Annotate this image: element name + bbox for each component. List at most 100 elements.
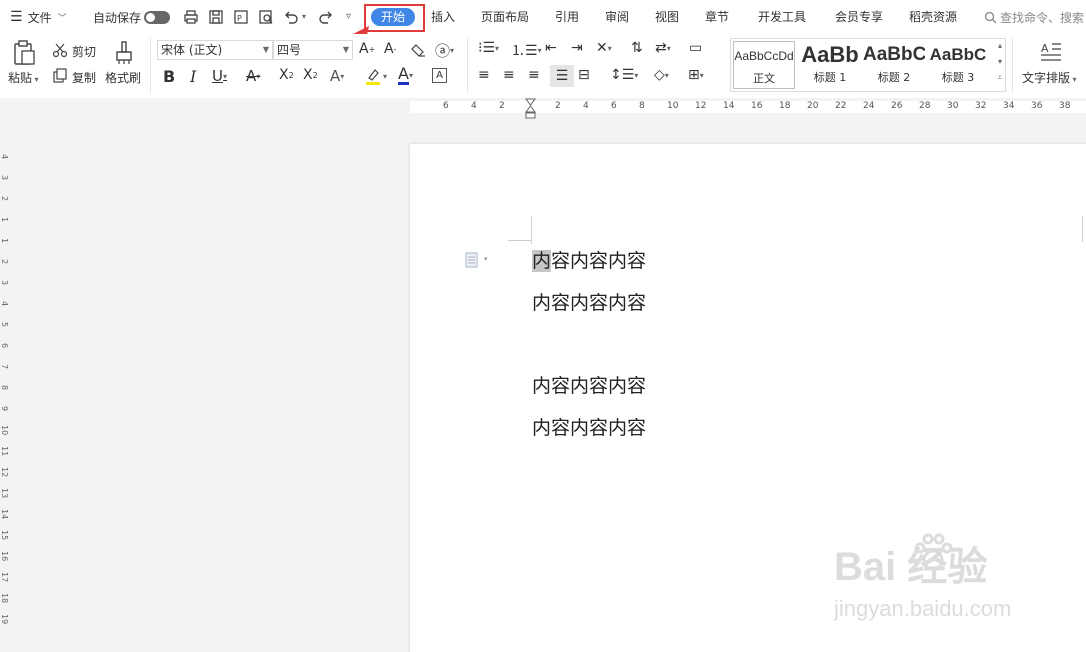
line-spacing-icon[interactable]: ↕☰ ▾ [610, 67, 638, 83]
indent-marker-icon[interactable] [525, 98, 536, 120]
sort-icon[interactable]: ⇅ [631, 40, 643, 56]
font-name-select[interactable]: 宋体 (正文) ▼ [157, 40, 273, 60]
export-pdf-icon[interactable]: P [233, 9, 249, 25]
font-size-select[interactable]: 四号 ▼ [273, 40, 353, 60]
ruler-number: 1 [0, 216, 9, 223]
paragraph-1[interactable]: 内容内容内容 [532, 246, 646, 273]
undo-icon[interactable] [283, 9, 299, 25]
ruler-number: 4 [0, 153, 9, 160]
print-icon[interactable] [183, 9, 199, 25]
customize-dropdown-icon[interactable]: ▿ [346, 11, 351, 22]
redo-icon[interactable] [318, 9, 334, 25]
save-icon[interactable] [208, 9, 224, 25]
text-layout-icon[interactable]: A [1040, 40, 1062, 62]
bold-button[interactable]: B [163, 67, 175, 86]
ruler-number: 38 [1059, 101, 1071, 111]
font-color-icon[interactable]: A ▾ [398, 66, 413, 85]
shading-icon[interactable]: ◇ ▾ [654, 67, 669, 83]
italic-button[interactable]: I [190, 67, 196, 86]
chevron-down-icon: ▼ [262, 45, 269, 54]
paste-icon[interactable] [12, 40, 36, 66]
shrink-font-icon[interactable]: A- [384, 41, 396, 57]
ruler-number: 4 [583, 101, 589, 111]
ruler-number: 2 [0, 195, 9, 202]
vertical-ruler[interactable]: 4 3 2 1 1 2 3 4 5 6 7 8 9 10 11 12 13 14 15 16 17 18 19 [0, 116, 10, 652]
format-painter-label[interactable]: 格式刷 [105, 69, 141, 86]
paragraph-4[interactable]: 内容内容内容 [532, 371, 646, 398]
chevron-down-icon: ﹀ [57, 13, 67, 24]
format-painter-icon[interactable] [113, 40, 135, 66]
tab-developer[interactable]: 开发工具 [758, 0, 806, 34]
paste-button[interactable]: 粘贴 ▾ [8, 69, 39, 86]
table-tabs-icon[interactable]: ▭ [689, 40, 702, 56]
undo-dropdown-icon[interactable]: ▾ [302, 12, 306, 21]
borders-icon[interactable]: ⊞ ▾ [688, 67, 704, 83]
ruler-number: 4 [471, 101, 477, 111]
file-menu[interactable]: ☰ 文件 ﹀ [10, 0, 67, 34]
style-heading-3[interactable]: AaBbC 标题 3 [927, 41, 989, 89]
tab-start[interactable]: 开始 [371, 8, 415, 26]
decrease-indent-icon[interactable]: ⇤ [545, 40, 557, 56]
ruler-number: 3 [0, 174, 9, 181]
cut-icon[interactable] [52, 42, 68, 58]
command-search[interactable]: 查找命令、搜索 [984, 0, 1084, 34]
style-heading-1[interactable]: AaBb 标题 1 [799, 41, 861, 89]
character-border-icon[interactable]: A [432, 68, 447, 83]
highlight-color-icon[interactable] [364, 68, 382, 86]
print-preview-icon[interactable] [258, 9, 274, 25]
ruler-number: 8 [0, 384, 9, 391]
ribbon-toolbar: 粘贴 ▾ 剪切 复制 格式刷 宋体 (正文) ▼ 四号 ▼ A + A- ⓐ ▾ B I… [0, 34, 1086, 98]
paragraph-5[interactable]: 内容内容内容 [532, 413, 646, 440]
paragraph-2[interactable]: 内容内容内容 [532, 288, 646, 315]
ruler-number: 12 [695, 101, 707, 111]
ruler-number: 6 [0, 342, 9, 349]
tab-view[interactable]: 视图 [655, 0, 679, 34]
copy-icon[interactable] [52, 68, 68, 84]
increase-indent-icon[interactable]: ⇥ [571, 40, 583, 56]
ruler-number: 28 [919, 101, 931, 111]
distributed-align-icon[interactable]: ⊟ [578, 67, 590, 83]
cut-button-label[interactable]: 剪切 [72, 43, 96, 60]
style-heading-2[interactable]: AaBbC 标题 2 [863, 41, 925, 89]
style-normal[interactable]: AaBbCcDd 正文 [733, 41, 795, 89]
tab-review[interactable]: 审阅 [605, 0, 629, 34]
phonetic-guide-icon[interactable]: ⓐ ▾ [435, 40, 454, 61]
horizontal-ruler[interactable]: 6 4 2 2 4 6 8 10 12 14 16 18 20 22 24 26 28 30 32 34 36 38 [0, 98, 1086, 119]
font-size-value: 四号 [277, 43, 302, 57]
grow-font-icon[interactable]: A + [359, 41, 375, 57]
text-layout-label: 文字排版 [1022, 71, 1071, 85]
superscript-icon[interactable]: X2 [279, 67, 294, 83]
chevron-down-icon[interactable]: ▾ [383, 72, 387, 81]
text-layout-button[interactable]: 文字排版 ▾ [1022, 69, 1077, 86]
tab-member[interactable]: 会员专享 [835, 0, 883, 34]
tab-references[interactable]: 引用 [555, 0, 579, 34]
align-left-icon[interactable]: ≡ [478, 67, 490, 83]
align-right-icon[interactable]: ≡ [528, 67, 540, 83]
strikethrough-icon[interactable]: A ▾ [246, 67, 260, 85]
tab-chapter[interactable]: 章节 [705, 0, 729, 34]
clear-format-icon[interactable] [410, 42, 426, 58]
text-effect-icon[interactable]: A ▾ [330, 67, 344, 85]
show-marks-icon[interactable]: ⇄ ▾ [655, 40, 671, 56]
tab-docer-resources[interactable]: 稻壳资源 [909, 0, 957, 34]
gallery-scroll-up-icon[interactable]: ▴ [998, 41, 1002, 50]
paragraph-layout-icon[interactable] [465, 252, 479, 268]
justify-icon[interactable]: ☰ [550, 65, 574, 87]
tab-page-layout[interactable]: 页面布局 [481, 0, 529, 34]
bullet-list-icon[interactable]: ⁝☰ ▾ [478, 40, 499, 56]
numbered-list-icon[interactable]: ⒈☰ ▾ [511, 40, 542, 60]
underline-button[interactable]: U ▾ [212, 67, 227, 85]
baidu-jingyan-watermark: Bai 经验 jingyan.baidu.com [830, 530, 1070, 640]
paste-label: 粘贴 [8, 71, 33, 85]
subscript-icon[interactable]: X2 [303, 67, 318, 83]
svg-text:P: P [237, 14, 242, 23]
gallery-expand-icon[interactable]: ⩡ [997, 73, 1002, 83]
autosave-toggle[interactable]: 自动保存 [93, 0, 171, 34]
chevron-down-icon[interactable]: ▾ [484, 255, 488, 263]
copy-button-label[interactable]: 复制 [72, 69, 96, 86]
align-center-icon[interactable]: ≡ [503, 67, 515, 83]
gallery-scroll-down-icon[interactable]: ▾ [998, 57, 1002, 66]
chinese-layout-icon[interactable]: ✕ ▾ [596, 40, 612, 56]
hamburger-icon: ☰ [10, 9, 23, 25]
tab-insert[interactable]: 插入 [431, 0, 455, 34]
